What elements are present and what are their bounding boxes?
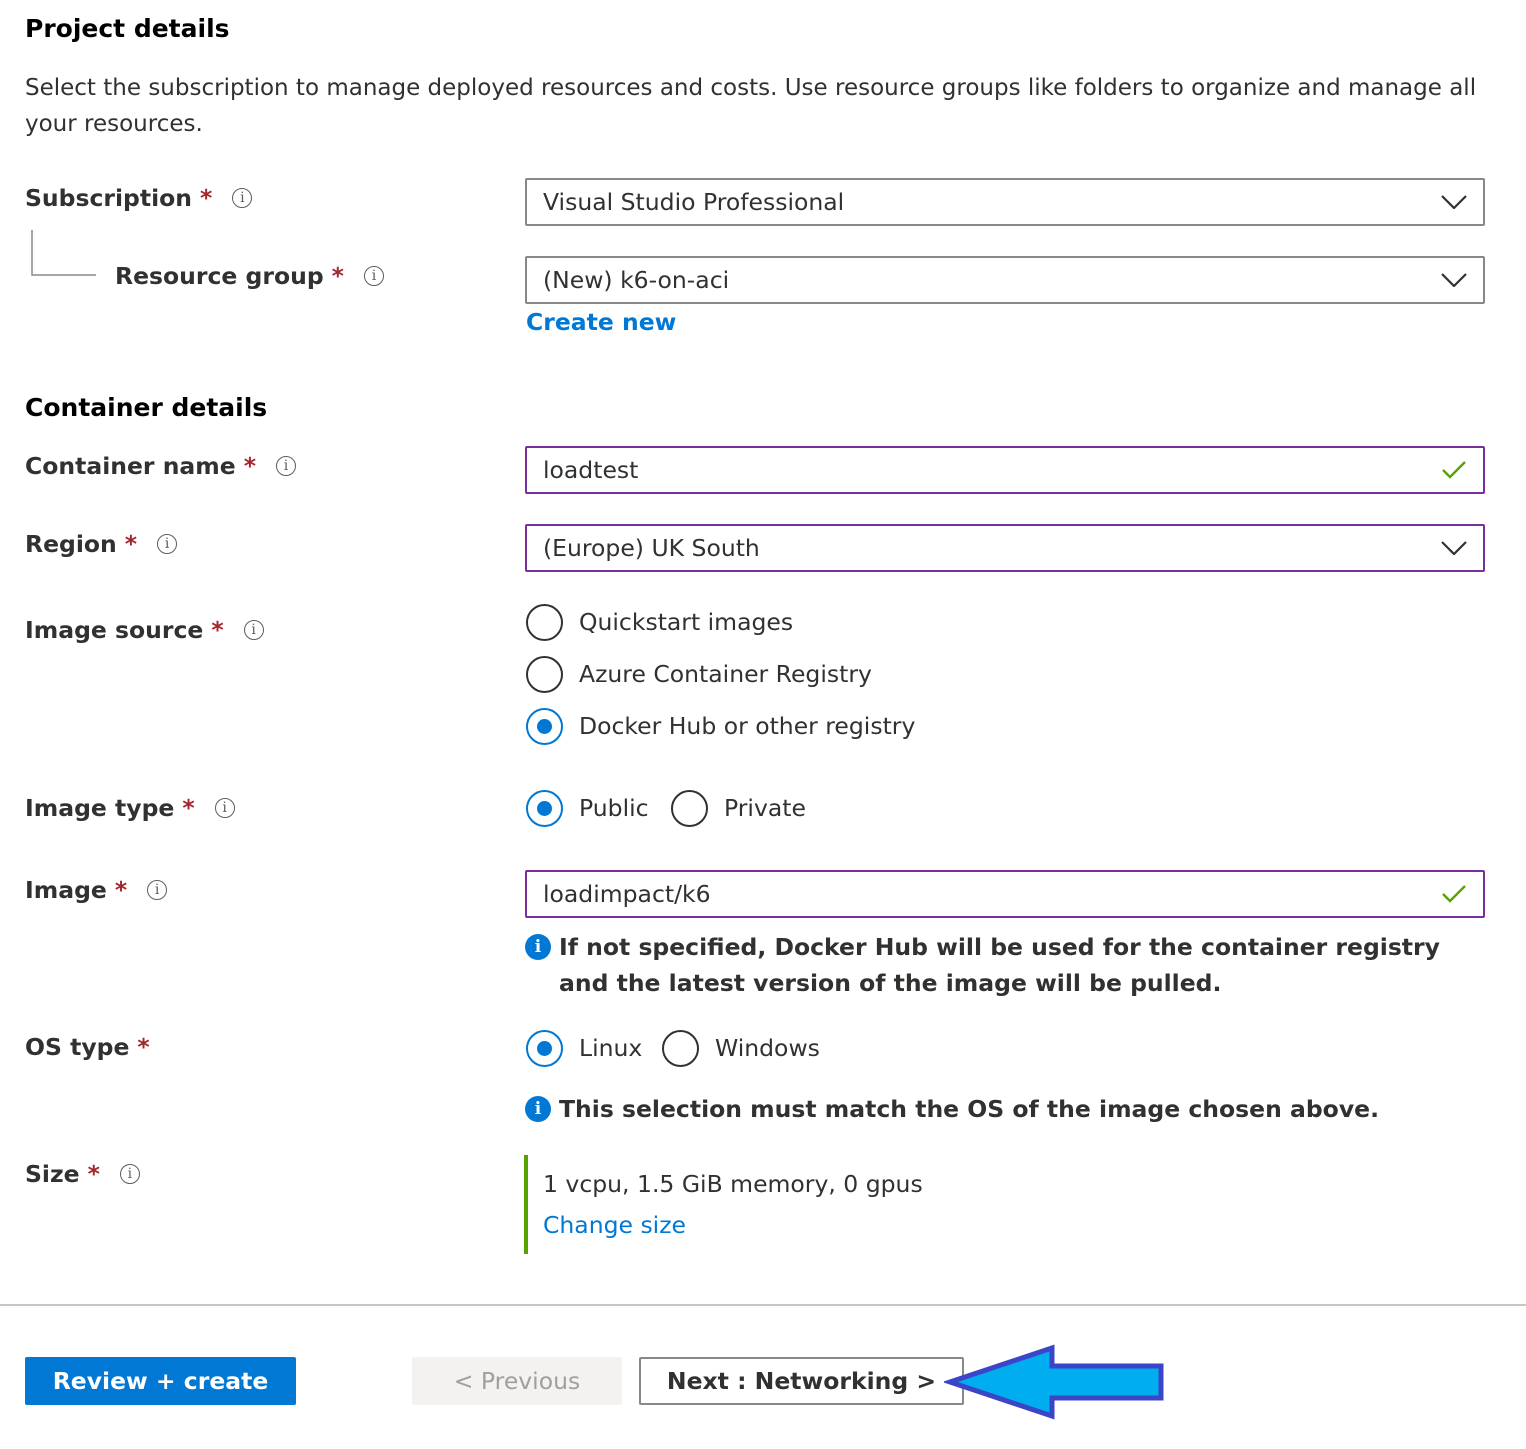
tree-connector <box>31 230 96 276</box>
info-icon[interactable]: i <box>276 456 297 476</box>
chevron-down-icon <box>1441 541 1467 555</box>
footer-divider <box>0 1304 1526 1306</box>
info-icon[interactable]: i <box>147 880 168 900</box>
image-source-label: Image source * i <box>25 613 264 647</box>
checkmark-icon <box>1442 461 1466 479</box>
required-asterisk: * <box>211 616 224 644</box>
info-filled-icon: i <box>525 934 551 960</box>
required-asterisk: * <box>331 262 344 290</box>
required-asterisk: * <box>124 530 138 558</box>
radio-option-azure-container-registry[interactable]: Azure Container Registry <box>526 654 872 694</box>
resource-group-label-text: Resource group <box>115 262 324 290</box>
size-label-text: Size <box>25 1160 80 1188</box>
project-details-description: Select the subscription to manage deploy… <box>25 75 1477 137</box>
region-dropdown[interactable]: (Europe) UK South <box>525 524 1485 572</box>
info-icon[interactable]: i <box>157 534 178 554</box>
change-size-link[interactable]: Change size <box>543 1211 686 1239</box>
chevron-down-icon <box>1441 273 1467 287</box>
image-input[interactable]: loadimpact/k6 <box>525 870 1485 918</box>
image-source-label-text: Image source <box>25 616 204 644</box>
info-icon[interactable]: i <box>363 266 384 286</box>
radio-label: Quickstart images <box>579 608 794 636</box>
subscription-dropdown[interactable]: Visual Studio Professional <box>525 178 1485 226</box>
project-details-heading: Project details <box>25 14 230 43</box>
radio-button-selected[interactable] <box>526 1029 563 1067</box>
radio-button[interactable] <box>671 789 708 827</box>
region-label: Region * i <box>25 527 178 561</box>
next-networking-button[interactable]: Next : Networking > <box>639 1357 964 1405</box>
required-asterisk: * <box>87 1160 100 1188</box>
radio-option-linux[interactable]: Linux <box>526 1028 642 1068</box>
image-info-text: If not specified, Docker Hub will be use… <box>559 933 1440 997</box>
container-name-value: loadtest <box>543 456 639 484</box>
radio-label: Azure Container Registry <box>579 660 872 688</box>
size-value: 1 vcpu, 1.5 GiB memory, 0 gpus <box>543 1170 923 1198</box>
radio-option-docker-hub[interactable]: Docker Hub or other registry <box>526 706 915 746</box>
container-name-label-text: Container name <box>25 452 236 480</box>
radio-label: Docker Hub or other registry <box>579 712 916 740</box>
subscription-label-text: Subscription <box>25 184 193 212</box>
radio-button[interactable] <box>526 655 563 693</box>
resource-group-label: Resource group * i <box>115 259 384 293</box>
radio-button[interactable] <box>662 1029 699 1067</box>
info-icon[interactable]: i <box>214 798 235 818</box>
required-asterisk: * <box>200 184 213 212</box>
image-label-text: Image <box>25 876 107 904</box>
required-asterisk: * <box>182 794 195 822</box>
size-label: Size * i <box>25 1157 140 1191</box>
required-asterisk: * <box>114 876 128 904</box>
radio-label: Windows <box>715 1034 820 1062</box>
region-label-text: Region <box>25 530 117 558</box>
radio-label: Linux <box>579 1034 643 1062</box>
subscription-label: Subscription * i <box>25 181 253 215</box>
radio-option-quickstart-images[interactable]: Quickstart images <box>526 602 793 642</box>
container-details-heading: Container details <box>25 393 268 422</box>
checkmark-icon <box>1442 885 1466 903</box>
subscription-value: Visual Studio Professional <box>543 188 845 216</box>
radio-label: Public <box>579 794 649 822</box>
image-info-message: i If not specified, Docker Hub will be u… <box>525 929 1465 1001</box>
radio-button-selected[interactable] <box>526 707 563 745</box>
os-info-text: This selection must match the OS of the … <box>559 1095 1380 1123</box>
info-icon[interactable]: i <box>243 620 264 640</box>
region-value: (Europe) UK South <box>543 534 760 562</box>
os-type-label: OS type * <box>25 1030 150 1064</box>
resource-group-value: (New) k6-on-aci <box>543 266 730 294</box>
radio-button-selected[interactable] <box>526 789 563 827</box>
info-icon[interactable]: i <box>119 1164 140 1184</box>
radio-option-windows[interactable]: Windows <box>662 1028 820 1068</box>
radio-option-public[interactable]: Public <box>526 788 649 828</box>
info-filled-icon: i <box>525 1096 551 1122</box>
image-label: Image * i <box>25 873 168 907</box>
radio-button[interactable] <box>526 603 563 641</box>
pointer-arrow-icon <box>944 1344 1164 1420</box>
required-asterisk: * <box>137 1033 150 1061</box>
resource-group-dropdown[interactable]: (New) k6-on-aci <box>525 256 1485 304</box>
required-asterisk: * <box>243 452 257 480</box>
info-icon[interactable]: i <box>232 188 253 208</box>
review-create-button[interactable]: Review + create <box>25 1357 296 1405</box>
size-accent-bar <box>524 1155 528 1254</box>
image-value: loadimpact/k6 <box>543 880 711 908</box>
os-info-message: i This selection must match the OS of th… <box>525 1091 1465 1127</box>
os-type-label-text: OS type <box>25 1033 130 1061</box>
previous-button[interactable]: < Previous <box>412 1357 622 1405</box>
container-name-input[interactable]: loadtest <box>525 446 1485 494</box>
radio-label: Private <box>724 794 806 822</box>
image-type-label: Image type * i <box>25 791 235 825</box>
container-name-label: Container name * i <box>25 449 297 483</box>
radio-option-private[interactable]: Private <box>671 788 806 828</box>
image-type-label-text: Image type <box>25 794 175 822</box>
create-new-link[interactable]: Create new <box>526 308 676 336</box>
chevron-down-icon <box>1441 195 1467 209</box>
